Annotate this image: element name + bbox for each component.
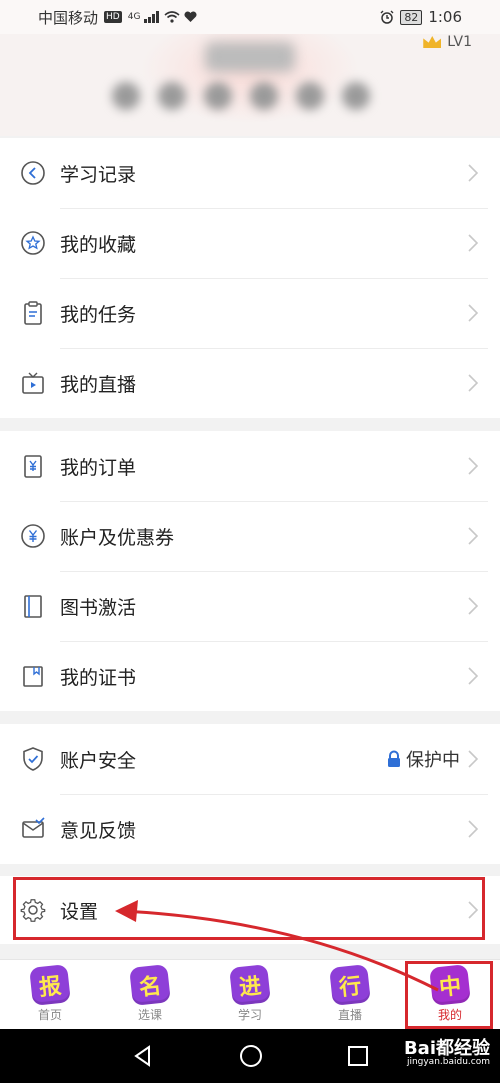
tab-home[interactable]: 报 首页 <box>0 960 100 1029</box>
chevron-right-icon <box>468 164 479 182</box>
menu-item-label: 我的收藏 <box>60 233 137 256</box>
menu-item-study-record[interactable]: 学习记录 <box>0 138 500 208</box>
watermark-url: jingyan.baidu.com <box>406 1057 490 1067</box>
menu-item-label: 学习记录 <box>60 163 137 186</box>
menu-group-learning: 学习记录 我的收藏 我的任务 我的直播 <box>0 138 500 418</box>
menu-item-favorites[interactable]: 我的收藏 <box>0 208 500 278</box>
chevron-right-icon <box>468 527 479 545</box>
back-triangle-icon[interactable] <box>131 1044 155 1068</box>
tab-live[interactable]: 行 直播 <box>300 960 400 1029</box>
alarm-icon <box>380 10 394 24</box>
heart-icon <box>184 11 197 22</box>
recents-square-icon[interactable] <box>347 1045 369 1067</box>
menu-item-label: 图书激活 <box>60 596 137 619</box>
book-icon <box>20 593 46 619</box>
profile-name-blurred <box>205 42 295 72</box>
feedback-mail-icon <box>20 816 46 842</box>
back-circle-icon <box>20 160 46 186</box>
chevron-right-icon <box>468 750 479 768</box>
menu-item-certificates[interactable]: 我的证书 <box>0 641 500 711</box>
tab-label: 首页 <box>37 1008 62 1022</box>
menu-item-orders[interactable]: 我的订单 <box>0 431 500 501</box>
tv-play-icon <box>20 370 46 396</box>
security-status: 保护中 <box>406 750 460 771</box>
yen-circle-icon <box>20 523 46 549</box>
menu-item-settings[interactable]: 设置 <box>0 876 500 944</box>
tab-live-icon: 行 <box>329 964 371 1006</box>
status-bar: 中国移动 HD 4G 82 1:06 <box>0 0 500 34</box>
chevron-right-icon <box>468 667 479 685</box>
menu-item-label: 账户及优惠券 <box>60 526 175 549</box>
chevron-right-icon <box>468 901 479 919</box>
level-text: LV1 <box>447 34 472 50</box>
profile-header[interactable]: LV1 <box>0 34 500 136</box>
chevron-right-icon <box>468 374 479 392</box>
certificate-icon <box>20 663 46 689</box>
tab-label: 学习 <box>237 1008 262 1022</box>
level-indicator[interactable]: LV1 <box>423 34 472 50</box>
chevron-right-icon <box>468 234 479 252</box>
chevron-right-icon <box>468 304 479 322</box>
tab-home-icon: 报 <box>29 964 71 1006</box>
tab-study-icon: 进 <box>229 964 271 1006</box>
star-circle-icon <box>20 230 46 256</box>
menu-group-orders: 我的订单 账户及优惠券 图书激活 我的证书 <box>0 431 500 711</box>
chevron-right-icon <box>468 820 479 838</box>
clock-time: 1:06 <box>428 8 462 26</box>
badge-row-blurred <box>112 82 370 110</box>
tab-mine[interactable]: 中 我的 <box>400 960 500 1029</box>
menu-item-label: 我的订单 <box>60 456 137 479</box>
menu-item-label: 我的证书 <box>60 666 137 689</box>
gear-icon <box>20 897 46 923</box>
battery-level: 82 <box>400 9 423 25</box>
home-circle-icon[interactable] <box>238 1043 264 1069</box>
wifi-icon <box>164 11 180 23</box>
shield-check-icon <box>20 746 46 772</box>
tab-label: 选课 <box>137 1008 162 1022</box>
menu-item-live[interactable]: 我的直播 <box>0 348 500 418</box>
baidu-jingyan-watermark: Bai都经验 jingyan.baidu.com <box>404 1040 490 1067</box>
menu-item-account-coupons[interactable]: 账户及优惠券 <box>0 501 500 571</box>
menu-item-label: 设置 <box>60 900 99 923</box>
tab-study[interactable]: 进 学习 <box>200 960 300 1029</box>
menu-item-tasks[interactable]: 我的任务 <box>0 278 500 348</box>
tab-courses[interactable]: 名 选课 <box>100 960 200 1029</box>
hd-badge: HD <box>104 11 122 23</box>
menu-item-label: 账户安全 <box>60 749 137 772</box>
clipboard-icon <box>20 300 46 326</box>
menu-item-book-activation[interactable]: 图书激活 <box>0 571 500 641</box>
tab-label: 我的 <box>437 1008 462 1022</box>
menu-item-feedback[interactable]: 意见反馈 <box>0 794 500 864</box>
menu-item-label: 我的直播 <box>60 373 137 396</box>
tab-mine-icon: 中 <box>429 964 471 1006</box>
menu-group-account: 账户安全 保护中 意见反馈 <box>0 724 500 864</box>
menu-group-settings: 设置 <box>0 876 500 944</box>
menu-item-account-security[interactable]: 账户安全 保护中 <box>0 724 500 794</box>
chevron-right-icon <box>468 597 479 615</box>
watermark-brand: Bai都经验 <box>403 1038 490 1059</box>
chevron-right-icon <box>468 457 479 475</box>
network-label: 4G <box>127 12 141 22</box>
menu-item-label: 意见反馈 <box>60 819 137 842</box>
tab-courses-icon: 名 <box>129 964 171 1006</box>
bottom-tab-bar: 报 首页 名 选课 进 学习 行 直播 中 我的 <box>0 959 500 1029</box>
carrier-text: 中国移动 <box>38 8 99 27</box>
signal-icon <box>144 11 160 23</box>
tab-label: 直播 <box>337 1008 362 1022</box>
menu-item-label: 我的任务 <box>60 303 137 326</box>
lock-icon <box>388 750 400 767</box>
crown-icon <box>423 36 442 48</box>
order-yen-icon <box>20 453 46 479</box>
